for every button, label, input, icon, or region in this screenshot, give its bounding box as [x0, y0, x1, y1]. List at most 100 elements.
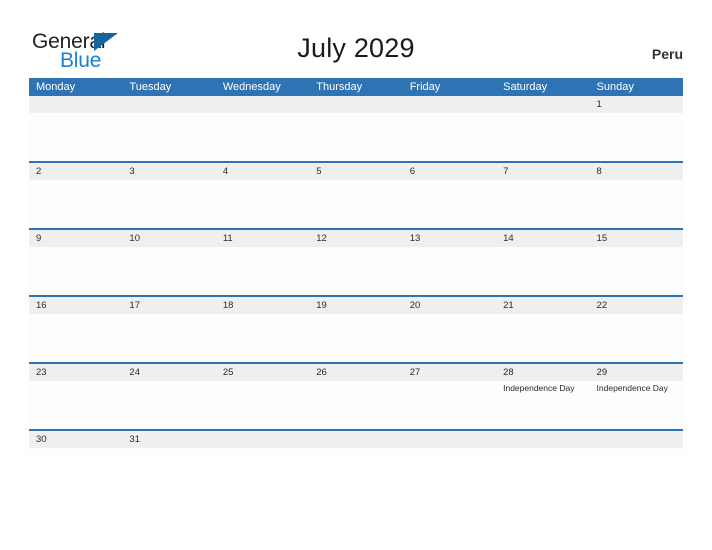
calendar-day-cell-empty [29, 96, 122, 161]
calendar-day-cell-empty [590, 431, 683, 455]
calendar-day-cell[interactable]: 16 [29, 297, 122, 362]
calendar-day-number: 9 [36, 233, 42, 244]
calendar-day-number: 17 [129, 300, 140, 311]
calendar-day-cell[interactable]: 5 [309, 163, 402, 228]
calendar-day-cell[interactable]: 1 [590, 96, 683, 161]
calendar-week-inner: 2 3 4 5 6 7 8 [29, 163, 683, 228]
calendar-day-number: 23 [36, 367, 47, 378]
calendar-day-number: 12 [316, 233, 327, 244]
calendar-weeks: 1 2 3 4 5 6 7 8 9 10 11 12 13 14 15 16 17 18 19 20 21 22 23 24 2… [29, 96, 683, 455]
calendar-day-cell[interactable]: 24 [122, 364, 215, 429]
calendar-day-cell[interactable]: 22 [590, 297, 683, 362]
calendar-day-cell[interactable]: 3 [122, 163, 215, 228]
calendar-day-cell[interactable]: 8 [590, 163, 683, 228]
calendar-week-row: 9 10 11 12 13 14 15 [29, 228, 683, 295]
calendar-day-number: 1 [596, 99, 602, 110]
calendar-day-number: 14 [503, 233, 514, 244]
calendar-day-cell[interactable]: 7 [496, 163, 589, 228]
calendar-day-cell[interactable]: 15 [590, 230, 683, 295]
calendar-week-inner: 1 [29, 96, 683, 161]
calendar-day-cell[interactable]: 20 [403, 297, 496, 362]
calendar-day-cell[interactable]: 31 [122, 431, 215, 455]
calendar-day-number: 29 [596, 367, 608, 378]
calendar-day-cell[interactable]: 9 [29, 230, 122, 295]
calendar-day-number: 19 [316, 300, 327, 311]
calendar-day-number: 13 [409, 233, 421, 244]
calendar-grid: Monday Tuesday Wednesday Thursday Friday… [29, 78, 683, 455]
calendar-day-cell[interactable]: 29 Independence Day [590, 364, 683, 429]
calendar-day-number: 28 [503, 367, 514, 378]
calendar-day-cell[interactable]: 14 [496, 230, 589, 295]
weekday-header-saturday: Saturday [503, 81, 548, 93]
weekday-header-monday: Monday [36, 81, 76, 93]
calendar-day-number: 18 [222, 300, 234, 311]
calendar-day-number: 20 [409, 300, 421, 311]
calendar-day-number: 15 [596, 233, 608, 244]
weekday-header-sunday: Sunday [596, 81, 634, 93]
calendar-day-cell[interactable]: 26 [309, 364, 402, 429]
calendar-week-row: 30 31 [29, 429, 683, 455]
calendar-week-row: 2 3 4 5 6 7 8 [29, 161, 683, 228]
calendar-week-inner: 30 31 [29, 431, 683, 455]
calendar-day-number: 26 [316, 367, 327, 378]
calendar-week-inner: 9 10 11 12 13 14 15 [29, 230, 683, 295]
calendar-day-cell-empty [309, 96, 402, 161]
calendar-week-inner: 16 17 18 19 20 21 22 [29, 297, 683, 362]
calendar-day-cell-empty [403, 96, 496, 161]
calendar-day-cell[interactable]: 12 [309, 230, 402, 295]
weekday-header-wednesday: Wednesday [222, 81, 281, 93]
calendar-day-cell-empty [496, 431, 589, 455]
calendar-day-cell[interactable]: 11 [216, 230, 309, 295]
calendar-day-number: 7 [503, 166, 509, 177]
calendar-day-event: Independence Day [596, 383, 668, 393]
calendar-day-cell-empty [216, 96, 309, 161]
calendar-week-row: 1 [29, 96, 683, 161]
calendar-day-cell[interactable]: 13 [403, 230, 496, 295]
calendar-day-number: 5 [316, 166, 322, 177]
calendar-day-number: 16 [36, 300, 47, 311]
calendar-day-cell[interactable]: 6 [403, 163, 496, 228]
calendar-day-number: 10 [129, 233, 140, 244]
page-title: July 2029 [297, 33, 415, 63]
calendar-day-event: Independence Day [503, 383, 575, 393]
weekday-header-friday: Friday [409, 81, 441, 93]
calendar-day-number: 24 [129, 367, 140, 378]
calendar-day-cell[interactable]: 18 [216, 297, 309, 362]
calendar-day-cell[interactable]: 21 [496, 297, 589, 362]
calendar-week-inner: 23 24 25 26 27 28 Independence Day 29 Independen… [29, 364, 683, 429]
calendar-day-cell[interactable]: 28 Independence Day [496, 364, 589, 429]
calendar-day-cell[interactable]: 27 [403, 364, 496, 429]
calendar-day-cell-empty [403, 431, 496, 455]
calendar-day-cell[interactable]: 30 [29, 431, 122, 455]
calendar-week-row: 16 17 18 19 20 21 22 [29, 295, 683, 362]
calendar-day-number: 6 [409, 166, 415, 177]
page-header: General Blue July 2029 Peru [0, 0, 712, 76]
calendar-day-cell[interactable]: 2 [29, 163, 122, 228]
calendar-page: General Blue July 2029 Peru Monday Tuesd… [0, 0, 712, 550]
calendar-day-cell[interactable]: 4 [216, 163, 309, 228]
weekday-header-row: Monday Tuesday Wednesday Thursday Friday… [29, 78, 683, 96]
calendar-week-row: 23 24 25 26 27 28 Independence Day 29 Independen… [29, 362, 683, 429]
calendar-day-cell-empty [309, 431, 402, 455]
calendar-day-number: 27 [409, 367, 421, 378]
calendar-day-cell[interactable]: 17 [122, 297, 215, 362]
calendar-day-cell[interactable]: 10 [122, 230, 215, 295]
weekday-header-thursday: Thursday [316, 81, 363, 93]
calendar-day-number: 2 [36, 166, 42, 177]
calendar-day-number: 22 [596, 300, 608, 311]
calendar-day-number: 11 [222, 233, 233, 244]
calendar-day-cell[interactable]: 23 [29, 364, 122, 429]
calendar-day-number: 4 [222, 166, 229, 177]
calendar-day-number: 30 [36, 434, 47, 445]
calendar-day-number: 25 [222, 367, 234, 378]
calendar-day-cell[interactable]: 19 [309, 297, 402, 362]
calendar-day-cell-empty [496, 96, 589, 161]
calendar-day-number: 3 [129, 166, 135, 177]
calendar-day-number: 21 [503, 300, 514, 311]
calendar-day-number: 8 [596, 166, 602, 177]
calendar-day-number: 31 [129, 434, 140, 445]
weekday-header-tuesday: Tuesday [129, 81, 172, 93]
calendar-day-cell[interactable]: 25 [216, 364, 309, 429]
calendar-day-cell-empty [122, 96, 215, 161]
country-label: Peru [651, 46, 683, 62]
